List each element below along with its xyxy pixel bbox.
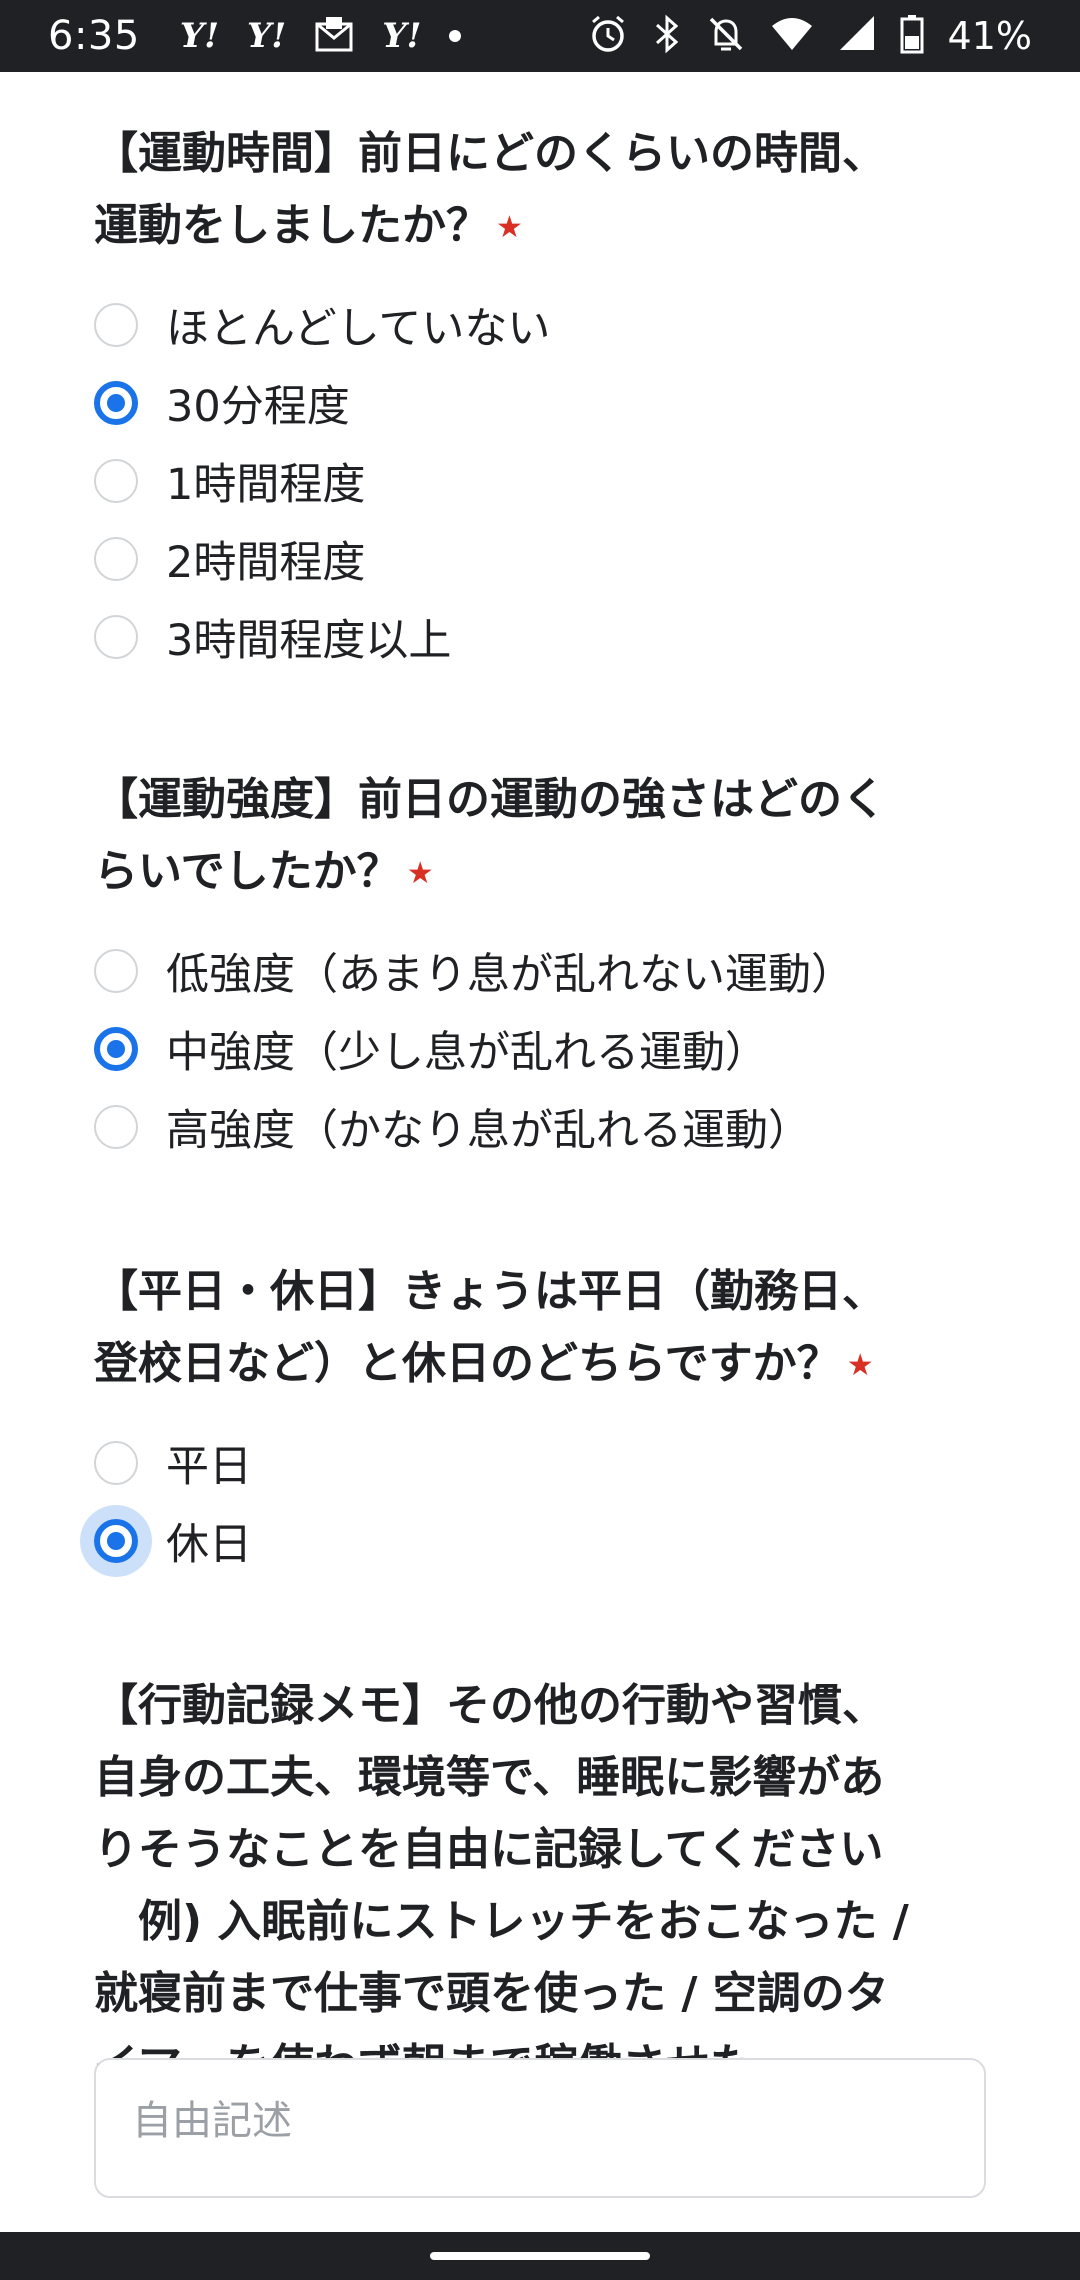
navigation-bar [0,2232,1080,2280]
option-low-intensity[interactable]: 低強度（あまり息が乱れない運動） [94,932,994,1010]
radio-button[interactable] [94,949,138,993]
battery-percent: 41% [947,14,1032,58]
required-star-icon: ★ [496,210,523,245]
option-label: 3時間程度以上 [166,616,452,666]
home-gesture-handle[interactable] [430,2252,650,2260]
option-label: 休日 [166,1520,252,1570]
option-2hours[interactable]: 2時間程度 [94,520,994,598]
status-time: 6:35 [48,13,140,59]
option-label: 中強度（少し息が乱れる運動） [166,1028,768,1078]
option-high-intensity[interactable]: 高強度（かなり息が乱れる運動） [94,1088,994,1166]
wifi-icon [770,14,814,58]
option-label: 30分程度 [166,382,350,432]
mail-icon [314,14,354,58]
radio-group: 平日 休日 [94,1424,994,1580]
option-hardly[interactable]: ほとんどしていない [94,286,994,364]
battery-icon [900,14,924,58]
option-label: 1時間程度 [166,460,366,510]
radio-button[interactable] [94,1105,138,1149]
radio-button-selected[interactable] [94,1027,138,1071]
question-activity-memo: 【行動記録メモ】その他の行動や習慣、 自身の工夫、環境等で、睡眠に影響があ りそ… [94,1670,994,2102]
notifications-off-icon [706,14,746,58]
form-content: 【運動時間】前日にどのくらいの時間、 運動をしましたか？ ★ ほとんどしていない … [0,72,1080,2232]
yahoo-icon: Y! [247,16,287,56]
question-exercise-intensity: 【運動強度】前日の運動の強さはどのく らいでしたか？ ★ 低強度（あまり息が乱れな… [94,764,994,1166]
radio-button[interactable] [94,615,138,659]
question-exercise-time: 【運動時間】前日にどのくらいの時間、 運動をしましたか？ ★ ほとんどしていない … [94,118,994,676]
radio-group: ほとんどしていない 30分程度 1時間程度 2時間程度 3時間程度以上 [94,286,994,676]
option-label: 高強度（かなり息が乱れる運動） [166,1106,811,1156]
option-label: 低強度（あまり息が乱れない運動） [166,950,854,1000]
option-label: 2時間程度 [166,538,366,588]
option-medium-intensity[interactable]: 中強度（少し息が乱れる運動） [94,1010,994,1088]
cellular-signal-icon [838,14,876,58]
option-30min[interactable]: 30分程度 [94,364,994,442]
question-title: 【運動強度】前日の運動の強さはどのく らいでしたか？ ★ [94,774,886,897]
radio-button-selected[interactable] [94,381,138,425]
radio-button[interactable] [94,303,138,347]
option-label: ほとんどしていない [166,304,551,354]
system-icons: 41% [588,14,1032,58]
radio-button[interactable] [94,1441,138,1485]
bluetooth-icon [652,14,682,58]
status-bar: 6:35 Y! Y! Y! 41% [0,0,1080,72]
option-holiday[interactable]: 休日 [94,1502,994,1580]
question-title: 【運動時間】前日にどのくらいの時間、 運動をしましたか？ ★ [94,128,886,251]
option-label: 平日 [166,1442,252,1492]
alarm-icon [588,14,628,58]
required-star-icon: ★ [406,856,434,891]
required-star-icon: ★ [846,1348,874,1383]
radio-button[interactable] [94,537,138,581]
radio-button-selected[interactable] [94,1519,138,1563]
yahoo-icon: Y! [382,16,422,56]
radio-button[interactable] [94,459,138,503]
question-title: 【行動記録メモ】その他の行動や習慣、 自身の工夫、環境等で、睡眠に影響があ りそ… [94,1680,909,2091]
yahoo-icon: Y! [179,16,220,56]
question-title: 【平日・休日】きょうは平日（勤務日、 登校日など）と休日のどちらですか？ ★ [94,1266,886,1389]
memo-text-input[interactable]: 自由記述 [94,2058,986,2198]
option-weekday[interactable]: 平日 [94,1424,994,1502]
notification-icons: Y! Y! Y! [180,14,462,58]
option-3hours-plus[interactable]: 3時間程度以上 [94,598,994,676]
question-weekday-holiday: 【平日・休日】きょうは平日（勤務日、 登校日など）と休日のどちらですか？ ★ 平日… [94,1256,994,1580]
radio-group: 低強度（あまり息が乱れない運動） 中強度（少し息が乱れる運動） 高強度（かなり息… [94,932,994,1166]
option-1hour[interactable]: 1時間程度 [94,442,994,520]
dot-icon [449,30,462,42]
